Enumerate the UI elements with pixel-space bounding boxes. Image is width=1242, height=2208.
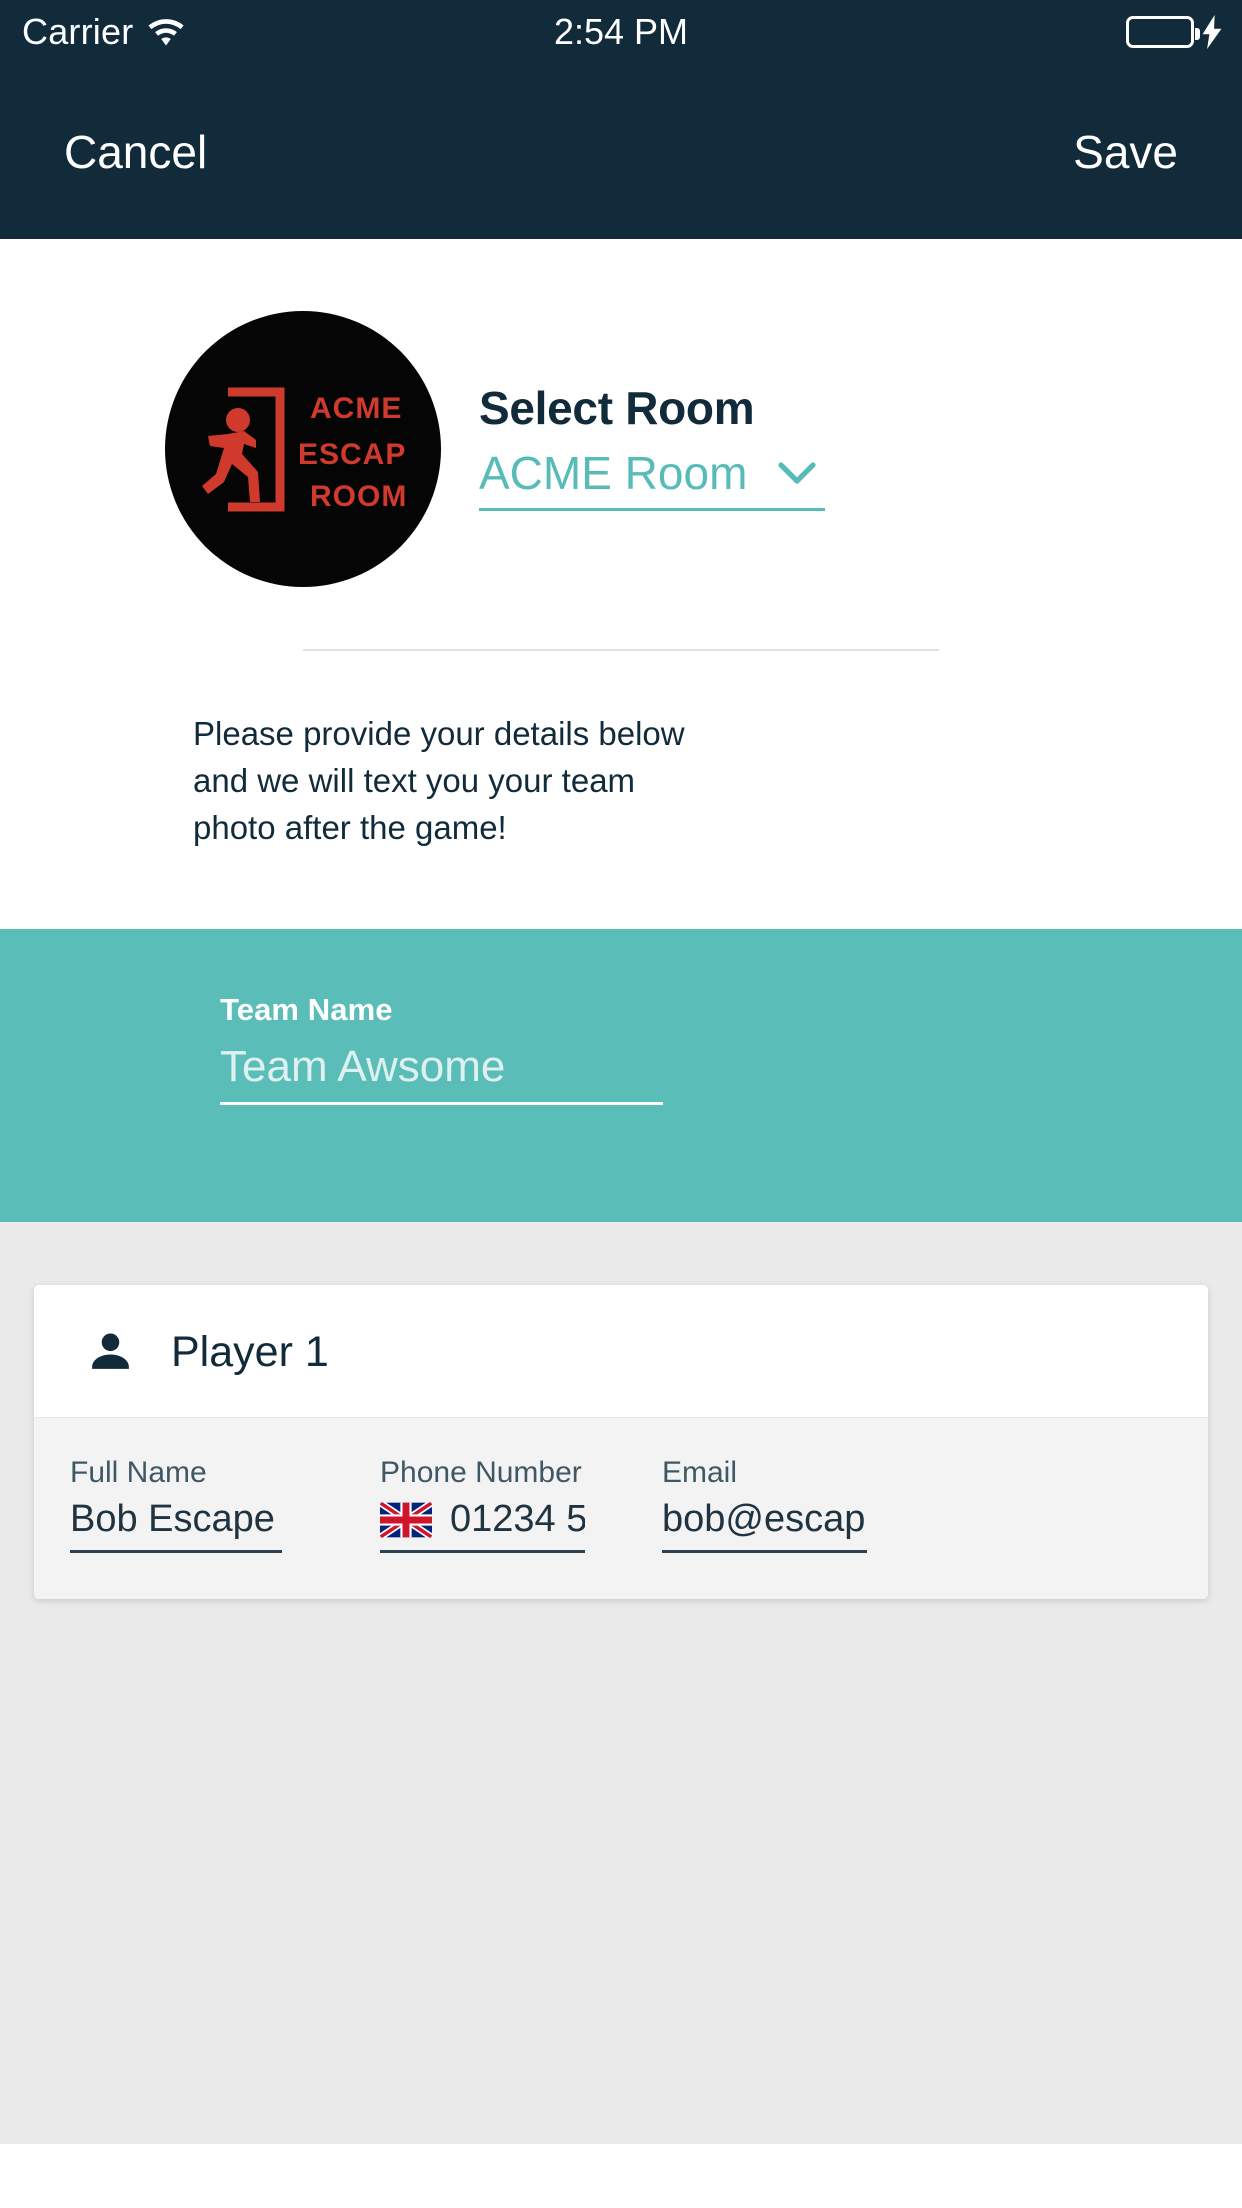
player-title: Player 1 — [171, 1328, 329, 1376]
room-dropdown-value: ACME Room — [479, 446, 748, 499]
team-name-label: Team Name — [220, 992, 393, 1027]
room-dropdown[interactable]: ACME Room — [479, 444, 826, 511]
svg-text:ACME: ACME — [310, 392, 402, 425]
full-name-field: Full Name — [34, 1456, 344, 1553]
cancel-button[interactable]: Cancel — [58, 115, 213, 189]
team-name-input[interactable] — [220, 1042, 663, 1092]
navigation-bar: Cancel Save — [0, 64, 1242, 239]
email-input-wrapper[interactable] — [662, 1498, 867, 1553]
svg-text:ESCAPE: ESCAPE — [298, 438, 408, 471]
full-name-input-wrapper[interactable] — [70, 1498, 282, 1553]
lightning-bolt-icon — [1200, 15, 1224, 49]
person-icon — [86, 1328, 135, 1377]
phone-number-field: Phone Number — [344, 1456, 626, 1553]
room-selector-block: Select Room ACME Room — [479, 381, 826, 516]
email-label: Email — [662, 1456, 738, 1489]
team-name-section: Team Name — [0, 929, 1242, 1222]
status-bar: Carrier 2:54 PM — [0, 0, 1242, 64]
full-name-input[interactable] — [70, 1498, 282, 1541]
hero-section: ACME ESCAPE ROOM Select Room ACME Room P… — [0, 239, 1242, 929]
phone-number-input-wrapper[interactable] — [380, 1498, 585, 1553]
acme-escape-room-logo: ACME ESCAPE ROOM — [165, 311, 441, 587]
player-fields-row: Full Name Phone Number — [34, 1417, 1208, 1599]
section-divider — [303, 649, 939, 651]
player-card-header: Player 1 — [34, 1285, 1208, 1417]
full-name-label: Full Name — [70, 1456, 207, 1489]
email-field: Email — [626, 1456, 874, 1553]
svg-text:ROOM: ROOM — [310, 480, 407, 513]
uk-flag-icon[interactable] — [380, 1501, 432, 1538]
email-input[interactable] — [662, 1498, 867, 1541]
save-button[interactable]: Save — [1067, 115, 1184, 189]
phone-number-input[interactable] — [450, 1498, 585, 1541]
player-card: Player 1 Full Name Phone Number — [34, 1285, 1208, 1599]
chevron-down-icon — [777, 460, 817, 486]
logo-and-room-row: ACME ESCAPE ROOM Select Room ACME Room — [0, 311, 1242, 587]
players-section: Player 1 Full Name Phone Number — [0, 1222, 1242, 2144]
select-room-title: Select Room — [479, 382, 755, 435]
team-name-field[interactable] — [220, 1042, 663, 1105]
intro-paragraph: Please provide your details below and we… — [193, 715, 685, 846]
status-bar-time: 2:54 PM — [553, 11, 689, 52]
status-bar-right — [1126, 15, 1224, 49]
phone-number-label: Phone Number — [380, 1456, 582, 1489]
battery-full-icon — [1126, 16, 1200, 48]
